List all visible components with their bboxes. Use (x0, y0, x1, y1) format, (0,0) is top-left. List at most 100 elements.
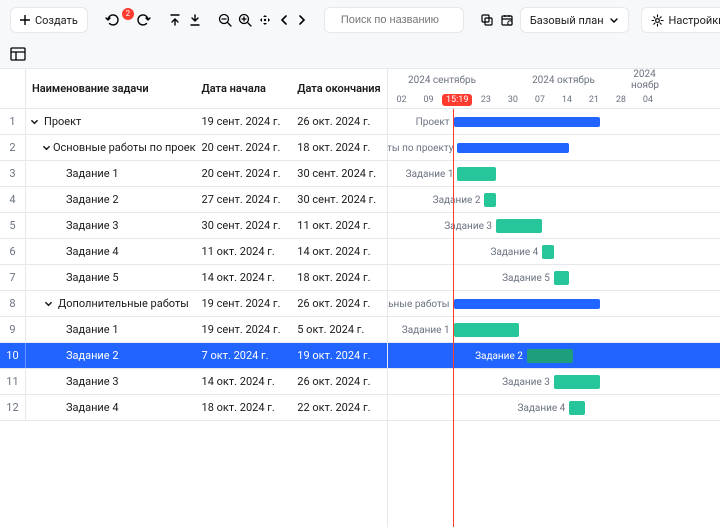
task-start[interactable]: 30 сент. 2024 г. (196, 213, 292, 238)
gantt-lane[interactable]: Задание 2 (388, 187, 720, 213)
task-end[interactable]: 26 окт. 2024 г. (291, 369, 387, 394)
gantt-lane[interactable]: Задание 5 (388, 265, 720, 291)
zoom-out-button[interactable] (218, 13, 232, 27)
task-bar[interactable] (542, 245, 554, 259)
zoom-in-icon (238, 13, 252, 27)
task-start[interactable]: 19 сент. 2024 г. (196, 317, 292, 342)
task-name-cell[interactable]: Задание 5 (26, 265, 196, 290)
task-end[interactable]: 5 окт. 2024 г. (291, 317, 387, 342)
task-end[interactable]: 30 сент. 2024 г. (291, 187, 387, 212)
gantt-lane[interactable]: Задание 1 (388, 161, 720, 187)
col-end[interactable]: Дата окончания (291, 69, 387, 108)
task-name-cell[interactable]: Задание 2 (26, 343, 196, 368)
task-name-cell[interactable]: Задание 1 (26, 317, 196, 342)
task-end[interactable]: 18 окт. 2024 г. (291, 135, 387, 160)
expand-toggle[interactable] (28, 117, 42, 126)
gantt-lane[interactable]: Проект (388, 109, 720, 135)
col-name[interactable]: Наименование задачи (26, 69, 196, 108)
calendar-button[interactable] (500, 13, 514, 27)
task-start[interactable]: 11 окт. 2024 г. (196, 239, 292, 264)
task-bar[interactable] (527, 349, 573, 363)
table-row[interactable]: 11Задание 314 окт. 2024 г.26 окт. 2024 г… (0, 369, 387, 395)
task-end[interactable]: 18 окт. 2024 г. (291, 265, 387, 290)
task-end[interactable]: 30 сент. 2024 г. (291, 161, 387, 186)
prev-button[interactable] (278, 14, 290, 26)
task-bar[interactable] (569, 401, 584, 415)
table-row[interactable]: 7Задание 514 окт. 2024 г.18 окт. 2024 г. (0, 265, 387, 291)
task-name-cell[interactable]: Дополнительные работы (26, 291, 196, 316)
row-index: 12 (0, 395, 26, 420)
task-start[interactable]: 14 окт. 2024 г. (196, 369, 292, 394)
panel-toggle-button[interactable] (10, 47, 36, 61)
zoom-fit-button[interactable] (258, 13, 272, 27)
gantt-body[interactable]: Проектзаботы по проектуЗадание 1Задание … (388, 109, 720, 527)
expand-toggle[interactable] (42, 143, 51, 152)
task-start[interactable]: 7 окт. 2024 г. (196, 343, 292, 368)
outdent-button[interactable] (168, 13, 182, 27)
gantt-lane[interactable]: заботы по проекту (388, 135, 720, 161)
table-row[interactable]: 4Задание 227 сент. 2024 г.30 сент. 2024 … (0, 187, 387, 213)
gantt-lane[interactable]: Задание 2 (388, 343, 720, 369)
bar-label: Задание 5 (502, 265, 554, 291)
gantt-lane[interactable]: ительные работы (388, 291, 720, 317)
table-row[interactable]: 12Задание 418 окт. 2024 г.22 окт. 2024 г… (0, 395, 387, 421)
table-row[interactable]: 6Задание 411 окт. 2024 г.14 окт. 2024 г. (0, 239, 387, 265)
task-name-cell[interactable]: Задание 4 (26, 395, 196, 420)
table-row[interactable]: 2Основные работы по проекту20 сент. 2024… (0, 135, 387, 161)
gantt-lane[interactable]: Задание 4 (388, 395, 720, 421)
task-start[interactable]: 20 сент. 2024 г. (196, 135, 292, 160)
table-row[interactable]: 8Дополнительные работы19 сент. 2024 г.26… (0, 291, 387, 317)
task-name-cell[interactable]: Задание 3 (26, 369, 196, 394)
table-row[interactable]: 1Проект19 сент. 2024 г.26 окт. 2024 г. (0, 109, 387, 135)
table-row[interactable]: 9Задание 119 сент. 2024 г.5 окт. 2024 г. (0, 317, 387, 343)
task-bar[interactable] (484, 193, 496, 207)
zoom-in-button[interactable] (238, 13, 252, 27)
task-name: Задание 2 (66, 193, 119, 206)
table-row[interactable]: 10Задание 27 окт. 2024 г.19 окт. 2024 г. (0, 343, 387, 369)
task-name-cell[interactable]: Проект (26, 109, 196, 134)
task-start[interactable]: 27 сент. 2024 г. (196, 187, 292, 212)
task-start[interactable]: 19 сент. 2024 г. (196, 291, 292, 316)
task-bar[interactable] (554, 271, 569, 285)
indent-button[interactable] (188, 13, 202, 27)
task-end[interactable]: 26 окт. 2024 г. (291, 291, 387, 316)
task-start[interactable]: 19 сент. 2024 г. (196, 109, 292, 134)
table-row[interactable]: 3Задание 120 сент. 2024 г.30 сент. 2024 … (0, 161, 387, 187)
summary-bar[interactable] (457, 143, 569, 153)
task-start[interactable]: 18 окт. 2024 г. (196, 395, 292, 420)
task-name-cell[interactable]: Задание 1 (26, 161, 196, 186)
month-label: 2024 октябрь (496, 75, 631, 86)
task-name-cell[interactable]: Задание 3 (26, 213, 196, 238)
col-start[interactable]: Дата начала (196, 69, 292, 108)
task-end[interactable]: 22 окт. 2024 г. (291, 395, 387, 420)
task-bar[interactable] (496, 219, 542, 233)
gantt-lane[interactable]: Задание 3 (388, 369, 720, 395)
summary-bar[interactable] (454, 299, 601, 309)
gantt-lane[interactable]: Задание 3 (388, 213, 720, 239)
redo-button[interactable] (136, 12, 152, 28)
task-end[interactable]: 11 окт. 2024 г. (291, 213, 387, 238)
settings-dropdown[interactable]: Настройки (641, 7, 720, 33)
create-button[interactable]: Создать (10, 7, 88, 33)
task-end[interactable]: 26 окт. 2024 г. (291, 109, 387, 134)
task-bar[interactable] (554, 375, 600, 389)
copy-button[interactable] (480, 13, 494, 27)
task-name-cell[interactable]: Задание 4 (26, 239, 196, 264)
expand-toggle[interactable] (42, 299, 56, 308)
task-end[interactable]: 19 окт. 2024 г. (291, 343, 387, 368)
baseline-dropdown[interactable]: Базовый план (520, 7, 629, 33)
search-box[interactable] (324, 7, 464, 33)
table-row[interactable]: 5Задание 330 сент. 2024 г.11 окт. 2024 г… (0, 213, 387, 239)
task-end[interactable]: 14 окт. 2024 г. (291, 239, 387, 264)
gantt-lane[interactable]: Задание 4 (388, 239, 720, 265)
search-input[interactable] (339, 13, 485, 27)
task-start[interactable]: 20 сент. 2024 г. (196, 161, 292, 186)
task-name-cell[interactable]: Задание 2 (26, 187, 196, 212)
task-start[interactable]: 14 окт. 2024 г. (196, 265, 292, 290)
summary-bar[interactable] (454, 117, 601, 127)
task-bar[interactable] (454, 323, 520, 337)
next-button[interactable] (296, 14, 308, 26)
gantt-lane[interactable]: Задание 1 (388, 317, 720, 343)
task-name-cell[interactable]: Основные работы по проекту (26, 135, 196, 160)
task-bar[interactable] (457, 167, 496, 181)
